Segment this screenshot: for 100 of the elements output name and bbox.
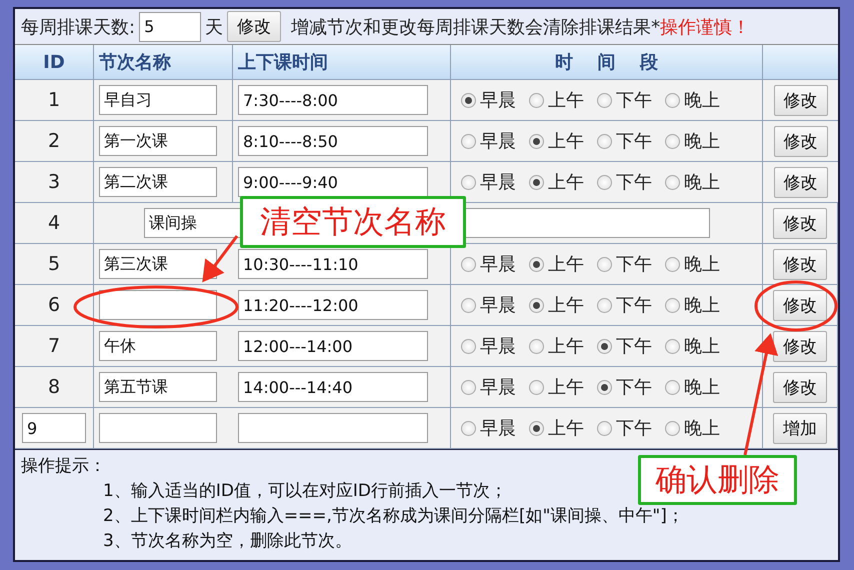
column-header: 时 间 段	[451, 45, 763, 80]
modify-button[interactable]: 修改	[773, 372, 827, 402]
modify-button[interactable]: 修改	[774, 84, 828, 116]
row-id: 7	[48, 335, 60, 357]
radio-button[interactable]	[665, 420, 680, 436]
radio-label: 晚上	[684, 89, 720, 112]
radio-label: 下午	[616, 89, 652, 112]
radio-label: 晚上	[684, 130, 720, 153]
callout-tooltip: 清空节次名称	[240, 196, 466, 248]
radio-button[interactable]	[597, 92, 612, 108]
radio-button[interactable]	[461, 174, 476, 190]
radio-button[interactable]	[461, 338, 476, 354]
time-input[interactable]: 11:20----12:00	[238, 290, 428, 320]
radio-label: 上午	[548, 171, 584, 194]
name-input[interactable]	[99, 413, 217, 443]
row-id: 6	[48, 294, 60, 316]
radio-button[interactable]	[529, 174, 544, 190]
radio-button[interactable]	[665, 92, 680, 108]
radio-button[interactable]	[665, 134, 680, 148]
add-button[interactable]: 增加	[773, 412, 827, 444]
radio-button[interactable]	[461, 298, 476, 312]
radio-button[interactable]	[461, 420, 476, 436]
note-item: 3、节次名称为空，删除此节次。	[103, 531, 352, 551]
row-id: 5	[48, 253, 60, 275]
time-input[interactable]: 12:00---14:00	[238, 331, 428, 361]
radio-button[interactable]	[597, 298, 612, 312]
modify-button[interactable]: 修改	[227, 11, 282, 42]
radio-button[interactable]	[665, 380, 680, 394]
radio-label: 早晨	[480, 417, 516, 440]
radio-label: 下午	[616, 335, 652, 358]
warning-text: 操作谨慎！	[660, 16, 750, 38]
radio-button[interactable]	[665, 174, 680, 190]
name-input[interactable]: 第三次课	[99, 249, 217, 279]
modify-button[interactable]: 修改	[774, 126, 828, 156]
radio-button[interactable]	[597, 256, 612, 272]
radio-button[interactable]	[597, 420, 612, 436]
radio-label: 上午	[548, 335, 584, 358]
time-input[interactable]	[238, 413, 428, 443]
id-input[interactable]: 9	[22, 413, 86, 443]
radio-label: 下午	[616, 171, 652, 194]
radio-button[interactable]	[529, 298, 544, 312]
row-id: 2	[48, 130, 60, 152]
callout-tooltip: 确认删除	[638, 455, 797, 505]
days-unit: 天	[205, 16, 224, 38]
radio-label: 上午	[548, 130, 584, 153]
radio-label: 晚上	[684, 253, 720, 276]
radio-button[interactable]	[461, 380, 476, 394]
radio-label: 上午	[548, 89, 584, 112]
modify-button[interactable]: 修改	[773, 290, 827, 320]
name-input[interactable]: 第五节课	[99, 372, 217, 402]
radio-button[interactable]	[597, 338, 612, 354]
radio-button[interactable]	[529, 338, 544, 354]
radio-label: 晚上	[684, 294, 720, 317]
radio-button[interactable]	[665, 298, 680, 312]
radio-button[interactable]	[665, 256, 680, 272]
notes-title: 操作提示：	[21, 455, 107, 478]
radio-label: 晚上	[684, 417, 720, 440]
time-input[interactable]: 10:30----11:10	[238, 249, 428, 279]
row-id: 8	[48, 376, 60, 398]
time-input[interactable]: 8:10----8:50	[238, 126, 428, 156]
time-input[interactable]: 9:00----9:40	[238, 167, 428, 197]
radio-button[interactable]	[529, 134, 544, 148]
radio-button[interactable]	[597, 380, 612, 394]
name-input[interactable]: 第一次课	[99, 126, 217, 156]
note-item: 1、输入适当的ID值，可以在对应ID行前插入一节次；	[103, 481, 508, 501]
radio-label: 晚上	[684, 376, 720, 399]
radio-button[interactable]	[597, 134, 612, 148]
radio-button[interactable]	[461, 256, 476, 272]
name-input[interactable]	[99, 290, 217, 320]
radio-label: 上午	[548, 294, 584, 317]
radio-button[interactable]	[529, 92, 544, 108]
radio-button[interactable]	[529, 256, 544, 272]
radio-button[interactable]	[461, 134, 476, 148]
radio-label: 下午	[616, 253, 652, 276]
radio-label: 早晨	[480, 376, 516, 399]
name-input[interactable]: 第二次课	[99, 167, 217, 197]
days-label: 每周排课天数:	[21, 16, 136, 38]
time-input[interactable]: 14:00---14:40	[238, 372, 428, 402]
radio-label: 下午	[616, 294, 652, 317]
radio-label: 上午	[548, 417, 584, 440]
modify-button[interactable]: 修改	[774, 166, 828, 198]
radio-button[interactable]	[597, 174, 612, 190]
row-id: 1	[48, 89, 60, 111]
column-header: 节次名称	[94, 45, 233, 80]
radio-button[interactable]	[529, 380, 544, 394]
time-input[interactable]: 7:30----8:00	[238, 85, 428, 115]
modify-button[interactable]: 修改	[773, 330, 827, 362]
modify-button[interactable]: 修改	[773, 248, 827, 280]
days-input[interactable]: 5	[139, 12, 202, 42]
radio-button[interactable]	[665, 338, 680, 354]
name-input[interactable]: 早自习	[99, 85, 217, 115]
radio-label: 早晨	[480, 89, 516, 112]
radio-button[interactable]	[461, 92, 476, 108]
column-header: 上下课时间	[233, 45, 451, 80]
radio-button[interactable]	[529, 420, 544, 436]
name-input[interactable]: 午休	[99, 331, 217, 361]
annotation-arrow	[202, 235, 238, 282]
modify-button[interactable]: 修改	[773, 208, 827, 238]
row-id: 3	[48, 171, 60, 193]
radio-label: 晚上	[684, 335, 720, 358]
